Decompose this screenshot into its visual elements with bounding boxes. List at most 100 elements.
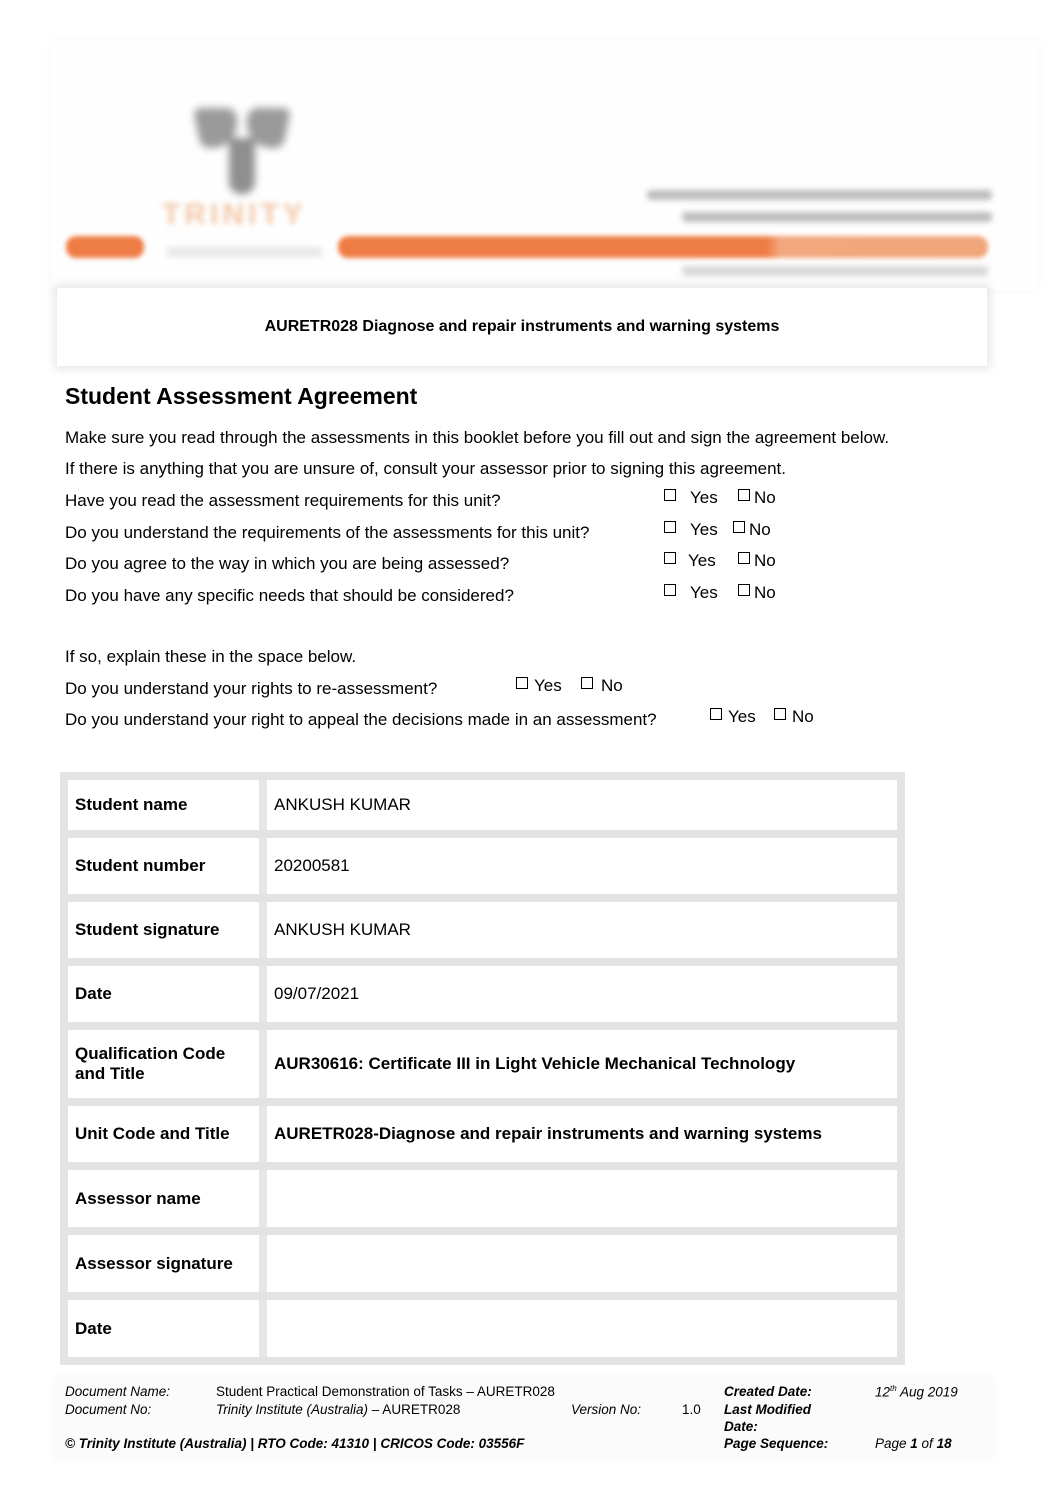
student-name-field[interactable]: ANKUSH KUMAR xyxy=(267,780,897,830)
student-details-table: Student name ANKUSH KUMAR Student number… xyxy=(60,772,905,1365)
table-row-date: Date 09/07/2021 xyxy=(60,966,905,1030)
row-label: Assessor name xyxy=(68,1170,267,1227)
question-understand-requirements: Do you understand the requirements of th… xyxy=(65,523,590,542)
doc-no-code: – AURETR028 xyxy=(368,1402,461,1417)
table-row-assessor-name: Assessor name xyxy=(60,1170,905,1235)
no-label: No xyxy=(601,676,623,695)
yes-label: Yes xyxy=(526,670,570,706)
question-specific-needs: Do you have any specific needs that shou… xyxy=(65,586,514,605)
question-read-requirements: Have you read the assessment requirement… xyxy=(65,491,501,510)
date-field[interactable]: 09/07/2021 xyxy=(267,966,897,1022)
created-date-label: Created Date: xyxy=(724,1384,812,1399)
page-of: of xyxy=(917,1436,937,1451)
question-reassessment-rights: Do you understand your rights to re-asse… xyxy=(65,679,438,698)
table-row-unit: Unit Code and Title AURETR028-Diagnose a… xyxy=(60,1106,905,1170)
table-row-student-signature: Student signature ANKUSH KUMAR xyxy=(60,902,905,966)
checkbox-yes[interactable] xyxy=(664,584,676,596)
yes-label: Yes xyxy=(682,514,726,550)
checkbox-yes[interactable] xyxy=(516,677,528,689)
no-label: No xyxy=(749,520,771,539)
brand-wordmark: TRINITY xyxy=(162,198,307,231)
contact-line xyxy=(682,212,992,222)
student-signature-field[interactable]: ANKUSH KUMAR xyxy=(267,902,897,958)
version-value: 1.0 xyxy=(682,1402,701,1417)
option-no[interactable]: No xyxy=(738,488,776,508)
option-no[interactable]: No xyxy=(774,707,814,727)
intro-text-2: If there is anything that you are unsure… xyxy=(65,459,786,478)
doc-no-value: Trinity Institute (Australia) – AURETR02… xyxy=(216,1402,460,1417)
yes-label: Yes xyxy=(682,482,726,518)
assessor-name-field[interactable] xyxy=(267,1170,897,1227)
page-sequence-label: Page Sequence: xyxy=(724,1436,829,1451)
doc-no-label: Document No: xyxy=(65,1402,152,1417)
option-yes[interactable]: Yes xyxy=(710,701,764,737)
option-no[interactable]: No xyxy=(733,520,771,540)
checkbox-no[interactable] xyxy=(733,521,745,533)
page-word: Page xyxy=(875,1436,911,1451)
website-line xyxy=(682,266,988,276)
row-label: Qualification Code and Title xyxy=(68,1030,267,1098)
table-row-assessor-signature: Assessor signature xyxy=(60,1235,905,1300)
row-label: Student name xyxy=(68,780,267,830)
orange-accent-bar-right xyxy=(338,236,988,258)
brand-tagline xyxy=(167,247,322,257)
table-row-student-number: Student number 20200581 xyxy=(60,838,905,902)
checkbox-no[interactable] xyxy=(738,584,750,596)
yes-label: Yes xyxy=(720,701,764,737)
doc-name-label: Document Name: xyxy=(65,1384,171,1399)
option-yes[interactable]: Yes xyxy=(664,577,726,613)
letterhead: TRINITY xyxy=(52,40,1037,290)
option-no[interactable]: No xyxy=(738,583,776,603)
created-day: 12 xyxy=(875,1384,891,1400)
last-modified-label: Last Modified xyxy=(724,1402,811,1417)
version-label: Version No: xyxy=(571,1402,642,1417)
table-row-qualification: Qualification Code and Title AUR30616: C… xyxy=(60,1030,905,1106)
option-yes[interactable]: Yes xyxy=(664,482,726,518)
option-no[interactable]: No xyxy=(738,551,776,571)
option-yes[interactable]: Yes xyxy=(664,514,726,550)
no-label: No xyxy=(754,583,776,602)
copyright-line: © Trinity Institute (Australia) | RTO Co… xyxy=(65,1436,525,1451)
option-no[interactable]: No xyxy=(581,676,623,696)
question-appeal-rights: Do you understand your right to appeal t… xyxy=(65,710,657,729)
unit-title: AURETR028 Diagnose and repair instrument… xyxy=(264,318,780,335)
no-label: No xyxy=(792,707,814,726)
created-day-suffix: th xyxy=(890,1384,897,1393)
row-label: Date xyxy=(68,966,267,1022)
checkbox-no[interactable] xyxy=(581,677,593,689)
question-agree-assessment: Do you agree to the way in which you are… xyxy=(65,554,510,573)
row-label: Unit Code and Title xyxy=(68,1106,267,1162)
page-sequence-value: Page 1 of 18 xyxy=(875,1436,952,1451)
checkbox-yes[interactable] xyxy=(710,708,722,720)
assessor-signature-field[interactable] xyxy=(267,1235,897,1292)
checkbox-no[interactable] xyxy=(738,552,750,564)
no-label: No xyxy=(754,488,776,507)
table-row-student-name: Student name ANKUSH KUMAR xyxy=(60,772,905,838)
row-label: Date xyxy=(68,1300,267,1357)
yes-label: Yes xyxy=(682,577,726,613)
checkbox-no[interactable] xyxy=(774,708,786,720)
row-label: Student number xyxy=(68,838,267,894)
table-row-assessor-date: Date xyxy=(60,1300,905,1365)
document-footer: Document Name: Student Practical Demonst… xyxy=(55,1378,993,1458)
option-yes[interactable]: Yes xyxy=(664,545,724,581)
orange-accent-bar-left xyxy=(66,236,144,258)
student-number-field[interactable]: 20200581 xyxy=(267,838,897,894)
assessor-date-field[interactable] xyxy=(267,1300,897,1357)
page-total: 18 xyxy=(936,1436,952,1451)
section-heading: Student Assessment Agreement xyxy=(65,383,418,409)
option-yes[interactable]: Yes xyxy=(516,670,570,706)
checkbox-yes[interactable] xyxy=(664,552,676,564)
no-label: No xyxy=(754,551,776,570)
row-label: Student signature xyxy=(68,902,267,958)
yes-label: Yes xyxy=(680,545,724,581)
trinity-logo-icon xyxy=(192,108,292,196)
checkbox-no[interactable] xyxy=(738,489,750,501)
intro-text-1: Make sure you read through the assessmen… xyxy=(65,428,890,447)
unit-title-box: AURETR028 Diagnose and repair instrument… xyxy=(57,288,987,366)
page-current: 1 xyxy=(910,1436,918,1451)
checkbox-yes[interactable] xyxy=(664,521,676,533)
checkbox-yes[interactable] xyxy=(664,489,676,501)
explain-note: If so, explain these in the space below. xyxy=(65,647,357,666)
created-month-year: Aug 2019 xyxy=(896,1384,958,1400)
